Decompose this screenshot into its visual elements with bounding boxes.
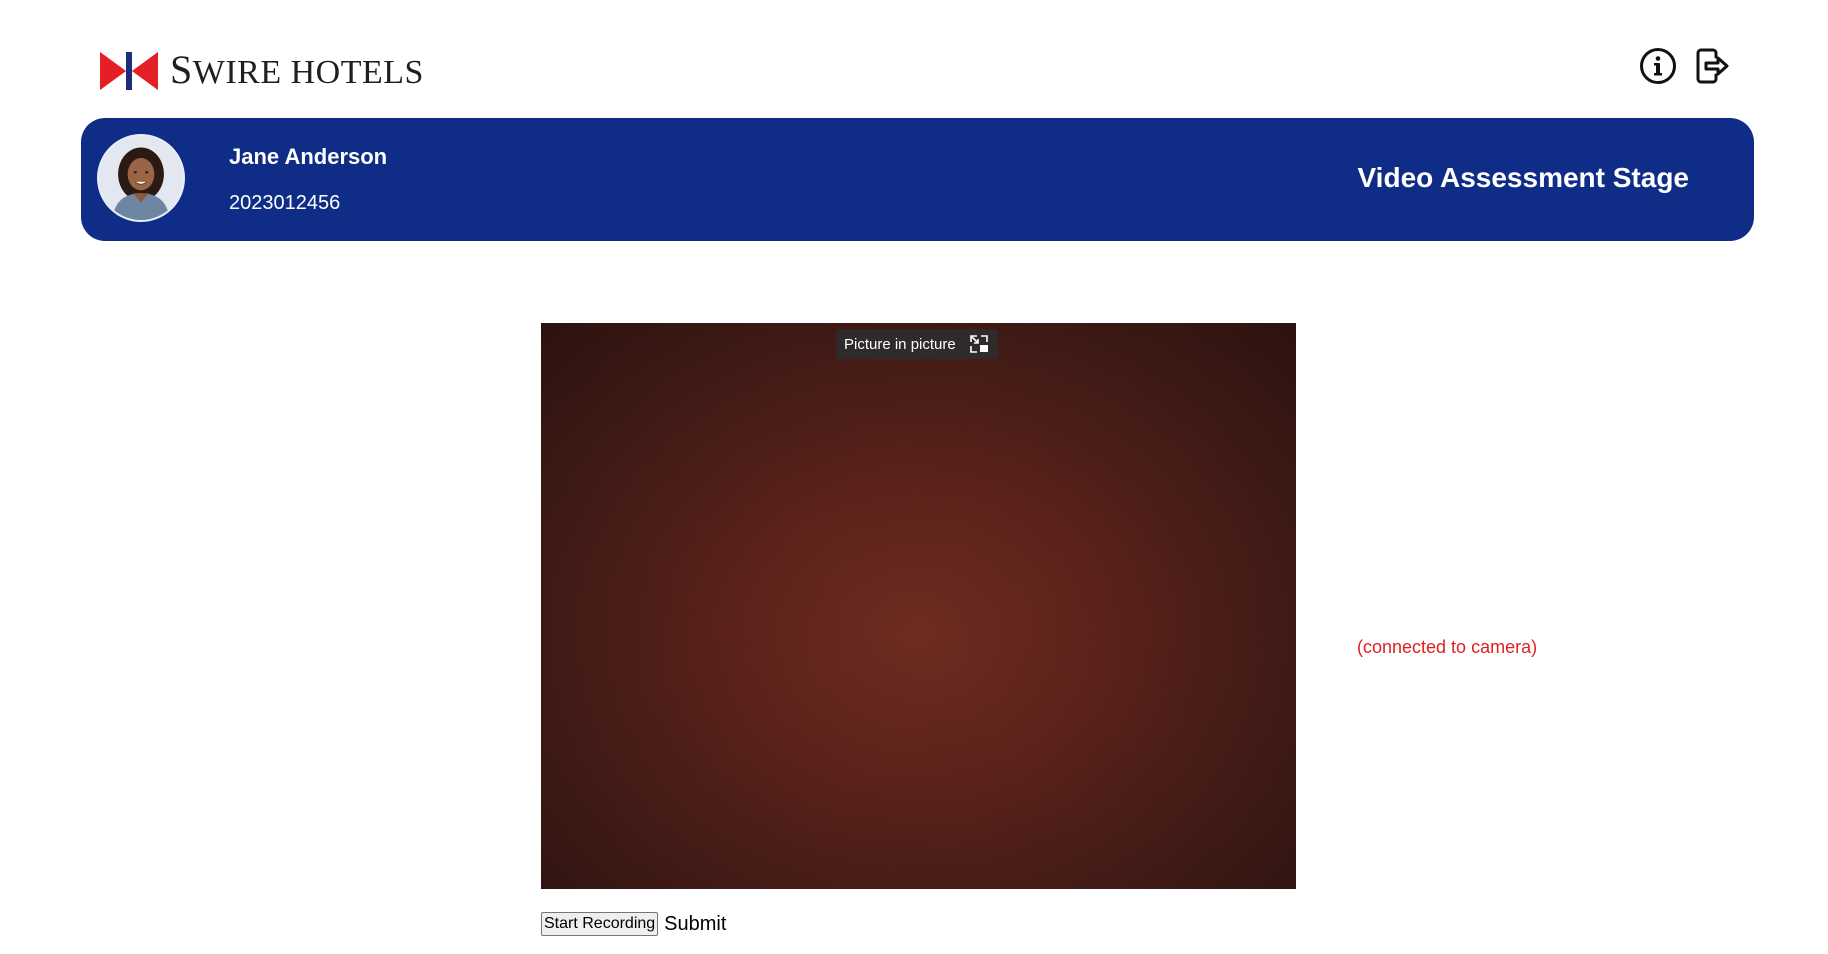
candidate-id: 2023012456 (229, 192, 341, 214)
page: SWIRE HOTELS Jane Anderson 2023012456 Vi… (0, 0, 1828, 954)
info-icon (1640, 48, 1676, 84)
logo-text-lead: S (170, 46, 193, 92)
pip-label: Picture in picture (844, 335, 956, 353)
picture-in-picture-button[interactable]: Picture in picture (836, 329, 998, 359)
video-noise (541, 323, 1296, 889)
logout-icon (1696, 48, 1729, 84)
picture-in-picture-icon (969, 335, 988, 353)
info-button[interactable] (1638, 46, 1678, 86)
logout-button[interactable] (1692, 46, 1732, 86)
candidate-photo (99, 136, 183, 220)
logo-mark-icon (100, 52, 158, 90)
avatar (97, 134, 185, 222)
logo-text-rest: WIRE HOTELS (192, 53, 424, 91)
camera-status: (connected to camera) (1357, 637, 1538, 657)
candidate-name: Jane Anderson (229, 144, 388, 169)
camera-video-preview[interactable]: Picture in picture (541, 323, 1296, 889)
submit-button[interactable]: Submit (664, 913, 726, 935)
candidate-banner: Jane Anderson 2023012456 Video Assessmen… (81, 118, 1754, 241)
recording-controls: Start Recording Submit (541, 912, 726, 936)
logo-text: SWIRE HOTELS (170, 49, 424, 92)
stage-title: Video Assessment Stage (1357, 162, 1689, 193)
start-recording-button[interactable]: Start Recording (541, 912, 659, 936)
swire-hotels-logo: SWIRE HOTELS (100, 49, 424, 92)
header-actions (1638, 46, 1732, 86)
